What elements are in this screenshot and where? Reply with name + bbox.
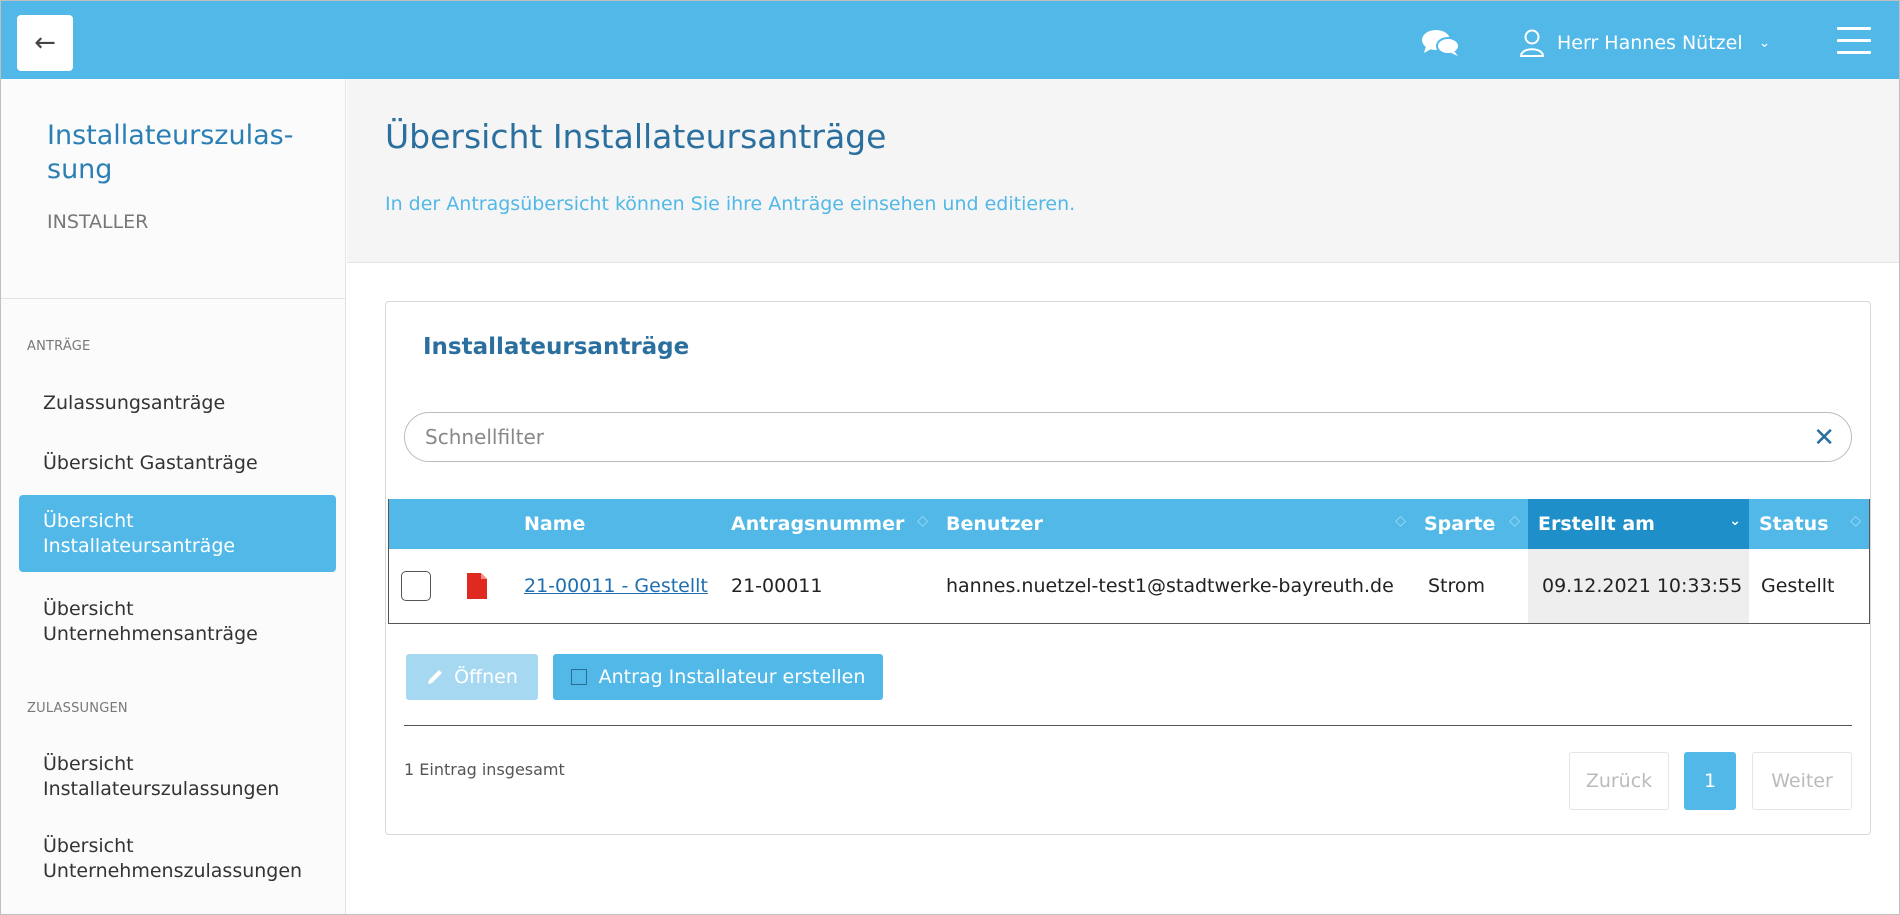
- sidebar-item-unternehmensantraege[interactable]: Übersicht Unternehmensanträge: [19, 597, 336, 646]
- user-name: Herr Hannes Nützel: [1557, 32, 1743, 54]
- chat-icon[interactable]: [1421, 29, 1461, 57]
- sort-icon: ◇: [1509, 513, 1520, 529]
- chevron-down-icon: ⌄: [1758, 35, 1771, 51]
- column-header-name[interactable]: Name: [514, 499, 721, 549]
- column-header-status[interactable]: Status ◇: [1749, 499, 1869, 549]
- column-header-sparte[interactable]: Sparte ◇: [1414, 499, 1528, 549]
- sidebar-item-label: Übersicht: [43, 598, 134, 620]
- sidebar-title-line: sung: [47, 153, 113, 185]
- cell-status: Gestellt: [1761, 575, 1835, 597]
- applications-table: Name Antragsnummer ◇ Benutzer ◇ Sparte ◇…: [388, 499, 1870, 624]
- sort-icon: ◇: [1395, 513, 1406, 529]
- column-header-erstellt-am[interactable]: Erstellt am ⌄: [1528, 499, 1749, 549]
- arrow-left-icon: ←: [34, 28, 56, 58]
- sidebar-title: Installateurszulas- sung: [47, 119, 297, 187]
- user-menu[interactable]: Herr Hannes Nützel ⌄: [1519, 27, 1770, 59]
- page-title: Übersicht Installateursanträge: [385, 117, 887, 156]
- column-header-label: Antragsnummer: [731, 513, 905, 535]
- quick-filter: ✕: [404, 412, 1852, 462]
- pencil-icon: [428, 670, 443, 684]
- sidebar-item-label: Übersicht: [43, 753, 134, 775]
- sidebar-item-label: Übersicht: [43, 510, 134, 532]
- top-bar: ← Herr Hannes Nützel ⌄: [1, 1, 1899, 79]
- sidebar-section-zulassungen: ZULASSUNGEN: [27, 701, 128, 716]
- column-header-label: Name: [524, 513, 586, 535]
- sidebar-title-line: Installateurszulas-: [47, 120, 294, 151]
- column-header-select: [389, 499, 514, 549]
- sort-icon: ◇: [917, 513, 928, 529]
- sidebar-item-label: Unternehmensanträge: [43, 622, 258, 645]
- sidebar-item-label: Unternehmenszulassungen: [43, 859, 303, 882]
- sidebar-header: Installateurszulas- sung INSTALLER: [1, 79, 345, 299]
- page-description: In der Antragsübersicht können Sie ihre …: [385, 193, 1076, 215]
- table-header: Name Antragsnummer ◇ Benutzer ◇ Sparte ◇…: [389, 499, 1869, 549]
- back-button[interactable]: ←: [17, 15, 73, 71]
- cell-erstellt-am: 09.12.2021 10:33:55: [1528, 549, 1749, 623]
- create-button-label: Antrag Installateur erstellen: [598, 666, 866, 688]
- open-button[interactable]: Öffnen: [406, 654, 538, 700]
- sidebar: Installateurszulas- sung INSTALLER ANTRÄ…: [1, 79, 346, 914]
- sort-desc-icon: ⌄: [1729, 513, 1741, 529]
- table-row[interactable]: 21-00011 - Gestellt 21-00011 hannes.nuet…: [389, 549, 1869, 623]
- application-link[interactable]: 21-00011 - Gestellt: [524, 575, 708, 597]
- sort-icon: ◇: [1850, 513, 1861, 529]
- sidebar-item-label: Installateurszulassungen: [43, 777, 280, 800]
- column-header-antragsnummer[interactable]: Antragsnummer ◇: [721, 499, 936, 549]
- hamburger-line: [1837, 51, 1871, 54]
- sidebar-item-label: Zulassungsanträge: [43, 392, 226, 414]
- sidebar-item-label: Installateursanträge: [43, 534, 236, 557]
- pagination-next-button[interactable]: Weiter: [1752, 752, 1852, 810]
- hamburger-line: [1837, 39, 1871, 42]
- divider: [404, 725, 1852, 726]
- app-window: ← Herr Hannes Nützel ⌄ Installateurszula…: [0, 0, 1900, 915]
- create-application-button[interactable]: Antrag Installateur erstellen: [553, 654, 883, 700]
- sidebar-subtitle: INSTALLER: [47, 210, 149, 233]
- column-header-label: Sparte: [1424, 513, 1496, 535]
- column-header-benutzer[interactable]: Benutzer ◇: [936, 499, 1414, 549]
- cell-antragsnummer: 21-00011: [731, 575, 823, 597]
- sidebar-item-label: Übersicht Gastanträge: [43, 452, 258, 474]
- sidebar-section-antraege: ANTRÄGE: [27, 339, 91, 354]
- applications-card: Installateursanträge ✕ Name Antragsnumme…: [385, 301, 1871, 835]
- page-header: Übersicht Installateursanträge In der An…: [347, 79, 1899, 263]
- cell-benutzer: hannes.nuetzel-test1@stadtwerke-bayreuth…: [946, 575, 1394, 597]
- open-button-label: Öffnen: [454, 666, 518, 688]
- cell-name: 21-00011 - Gestellt: [514, 549, 721, 623]
- close-icon[interactable]: ✕: [1813, 423, 1835, 453]
- row-checkbox[interactable]: [401, 571, 431, 601]
- cell-sparte: Strom: [1428, 575, 1486, 597]
- hamburger-menu-icon[interactable]: [1837, 27, 1871, 55]
- sidebar-item-label: Übersicht: [43, 835, 134, 857]
- column-header-label: Benutzer: [946, 513, 1043, 535]
- row-select-cell: [389, 549, 514, 623]
- pagination-page-1[interactable]: 1: [1684, 752, 1736, 810]
- column-header-label: Status: [1759, 513, 1829, 535]
- sidebar-item-gastantraege[interactable]: Übersicht Gastanträge: [19, 451, 336, 476]
- total-count: 1 Eintrag insgesamt: [404, 760, 565, 779]
- column-header-label: Erstellt am: [1538, 513, 1655, 535]
- square-icon: [570, 669, 587, 685]
- pdf-file-icon: [467, 573, 487, 599]
- sidebar-item-unternehmenszulassungen[interactable]: Übersicht Unternehmenszulassungen: [19, 834, 336, 883]
- sidebar-item-installateurszulassungen[interactable]: Übersicht Installateurszulassungen: [19, 752, 336, 801]
- user-icon: [1519, 29, 1545, 57]
- sidebar-item-zulassungsantraege[interactable]: Zulassungsanträge: [19, 391, 336, 416]
- quick-filter-input[interactable]: [405, 413, 1765, 461]
- hamburger-line: [1837, 27, 1871, 30]
- sidebar-item-installateursantraege[interactable]: Übersicht Installateursanträge: [19, 495, 336, 573]
- pagination-prev-button[interactable]: Zurück: [1569, 752, 1669, 810]
- card-title: Installateursanträge: [423, 334, 690, 360]
